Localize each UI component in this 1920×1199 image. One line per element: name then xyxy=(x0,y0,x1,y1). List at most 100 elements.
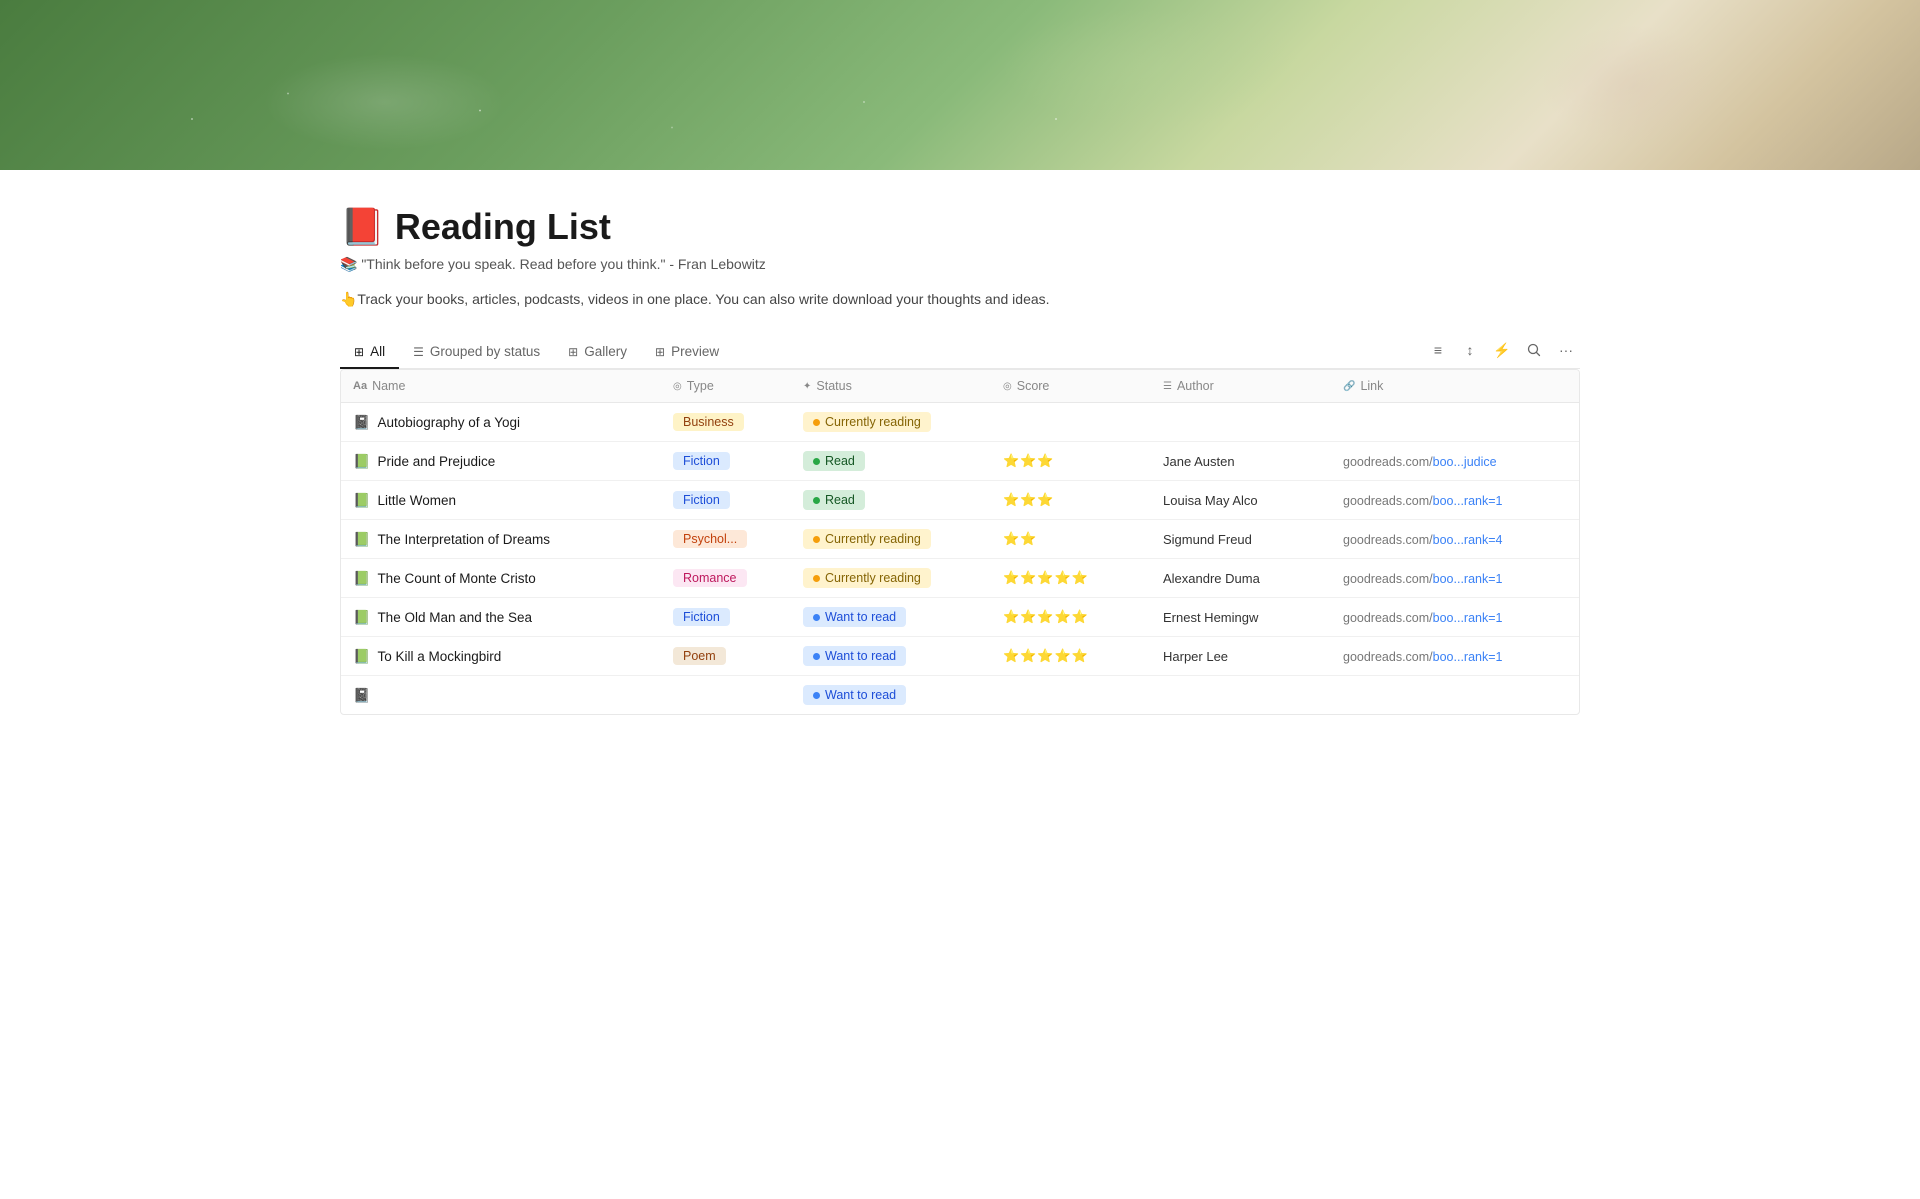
cell-author-0 xyxy=(1151,403,1331,442)
link-text: goodreads.com/boo...judice xyxy=(1343,455,1497,469)
cell-link-2[interactable]: goodreads.com/boo...rank=1 xyxy=(1331,481,1579,520)
status-dot xyxy=(813,536,820,543)
book-icon: 📓 xyxy=(353,414,370,431)
more-button[interactable]: ··· xyxy=(1552,336,1580,364)
table-row[interactable]: 📗To Kill a Mockingbird Poem Want to read ⭐⭐… xyxy=(341,637,1579,676)
subtitle: 📚 "Think before you speak. Read before y… xyxy=(340,256,1580,273)
page-title: 📕 Reading List xyxy=(340,206,1580,248)
tab-gallery[interactable]: ⊞ Gallery xyxy=(554,336,641,369)
grouped-icon: ☰ xyxy=(413,345,424,359)
type-badge: Poem xyxy=(673,647,726,665)
cell-link-4[interactable]: goodreads.com/boo...rank=1 xyxy=(1331,559,1579,598)
data-table: Aa Name ◎ Type ✦ Status xyxy=(340,369,1580,715)
score-stars: ⭐⭐⭐⭐⭐ xyxy=(1003,648,1089,663)
cell-status-7[interactable]: Want to read xyxy=(791,676,991,715)
type-badge: Business xyxy=(673,413,744,431)
search-button[interactable] xyxy=(1520,336,1548,364)
cell-name-6[interactable]: 📗To Kill a Mockingbird xyxy=(341,637,661,676)
status-dot xyxy=(813,653,820,660)
table-row[interactable]: 📗The Old Man and the SeaFiction Want to r… xyxy=(341,598,1579,637)
status-dot xyxy=(813,614,820,621)
cell-name-7[interactable]: 📓 xyxy=(341,676,661,715)
cell-status-4[interactable]: Currently reading xyxy=(791,559,991,598)
cell-author-4: Alexandre Duma xyxy=(1151,559,1331,598)
status-label: Want to read xyxy=(825,610,896,624)
col-header-status[interactable]: ✦ Status xyxy=(791,370,991,403)
link-text: goodreads.com/boo...rank=1 xyxy=(1343,494,1502,508)
cell-link-1[interactable]: goodreads.com/boo...judice xyxy=(1331,442,1579,481)
table-row[interactable]: 📗 The Interpretation of Dreams Psychol...C… xyxy=(341,520,1579,559)
table-row[interactable]: 📗Little WomenFictionRead⭐⭐⭐Louisa May Al… xyxy=(341,481,1579,520)
cell-name-3[interactable]: 📗 The Interpretation of Dreams xyxy=(341,520,661,559)
status-badge: Read xyxy=(803,451,865,471)
status-dot xyxy=(813,575,820,582)
status-label: Want to read xyxy=(825,688,896,702)
cell-type-6[interactable]: Poem xyxy=(661,637,791,676)
status-dot xyxy=(813,497,820,504)
toolbar-right: ≡ ↕ ⚡ ··· xyxy=(1424,336,1580,368)
automation-button[interactable]: ⚡ xyxy=(1488,336,1516,364)
gallery-icon: ⊞ xyxy=(568,345,578,359)
tab-preview[interactable]: ⊞ Preview xyxy=(641,336,733,369)
cell-link-0[interactable] xyxy=(1331,403,1579,442)
cell-score-0 xyxy=(991,403,1151,442)
preview-icon: ⊞ xyxy=(655,345,665,359)
cell-score-7 xyxy=(991,676,1151,715)
cell-type-4[interactable]: Romance xyxy=(661,559,791,598)
cell-name-4[interactable]: 📗The Count of Monte Cristo xyxy=(341,559,661,598)
status-badge: Want to read xyxy=(803,685,906,705)
tab-grouped[interactable]: ☰ Grouped by status xyxy=(399,336,554,369)
cell-name-2[interactable]: 📗Little Women xyxy=(341,481,661,520)
book-title: Autobiography of a Yogi xyxy=(377,415,520,430)
status-badge: Want to read xyxy=(803,607,906,627)
score-stars: ⭐⭐⭐⭐⭐ xyxy=(1003,609,1089,624)
page-icon: 📕 xyxy=(340,206,385,248)
table-row[interactable]: 📗Pride and PrejudiceFictionRead⭐⭐⭐Jane A… xyxy=(341,442,1579,481)
book-icon: 📗 xyxy=(353,453,370,470)
score-stars: ⭐⭐⭐⭐⭐ xyxy=(1003,570,1089,585)
description: 👆Track your books, articles, podcasts, v… xyxy=(340,291,1580,308)
status-badge: Read xyxy=(803,490,865,510)
status-label: Currently reading xyxy=(825,571,921,585)
table-row[interactable]: 📓 Want to read xyxy=(341,676,1579,715)
cell-link-3[interactable]: goodreads.com/boo...rank=4 xyxy=(1331,520,1579,559)
cell-link-5[interactable]: goodreads.com/boo...rank=1 xyxy=(1331,598,1579,637)
cell-link-7[interactable] xyxy=(1331,676,1579,715)
cell-status-0[interactable]: Currently reading xyxy=(791,403,991,442)
book-title: The Old Man and the Sea xyxy=(377,610,532,625)
filter-button[interactable]: ≡ xyxy=(1424,336,1452,364)
cell-name-1[interactable]: 📗Pride and Prejudice xyxy=(341,442,661,481)
col-header-name[interactable]: Aa Name xyxy=(341,370,661,403)
cell-status-6[interactable]: Want to read xyxy=(791,637,991,676)
cell-type-0[interactable]: Business xyxy=(661,403,791,442)
cell-type-1[interactable]: Fiction xyxy=(661,442,791,481)
cell-name-5[interactable]: 📗The Old Man and the Sea xyxy=(341,598,661,637)
table-header-row: Aa Name ◎ Type ✦ Status xyxy=(341,370,1579,403)
cell-status-3[interactable]: Currently reading xyxy=(791,520,991,559)
col-header-author[interactable]: ☰ Author xyxy=(1151,370,1331,403)
cell-name-0[interactable]: 📓 Autobiography of a Yogi xyxy=(341,403,661,442)
author-name: Harper Lee xyxy=(1163,649,1228,664)
cell-status-5[interactable]: Want to read xyxy=(791,598,991,637)
status-label: Read xyxy=(825,454,855,468)
table-row[interactable]: 📗The Count of Monte CristoRomance Current… xyxy=(341,559,1579,598)
sort-button[interactable]: ↕ xyxy=(1456,336,1484,364)
col-header-type[interactable]: ◎ Type xyxy=(661,370,791,403)
cell-status-2[interactable]: Read xyxy=(791,481,991,520)
col-header-score[interactable]: ◎ Score xyxy=(991,370,1151,403)
table-row[interactable]: 📓 Autobiography of a Yogi Business Currentl… xyxy=(341,403,1579,442)
cell-type-7[interactable] xyxy=(661,676,791,715)
col-header-link[interactable]: 🔗 Link xyxy=(1331,370,1579,403)
tab-all[interactable]: ⊞ All xyxy=(340,336,399,369)
cell-status-1[interactable]: Read xyxy=(791,442,991,481)
cell-type-3[interactable]: Psychol... xyxy=(661,520,791,559)
cell-author-1: Jane Austen xyxy=(1151,442,1331,481)
tabs-bar: ⊞ All ☰ Grouped by status ⊞ Gallery ⊞ Pr… xyxy=(340,336,1580,369)
cell-link-6[interactable]: goodreads.com/boo...rank=1 xyxy=(1331,637,1579,676)
cell-type-5[interactable]: Fiction xyxy=(661,598,791,637)
book-icon: 📗 xyxy=(353,531,370,548)
cell-type-2[interactable]: Fiction xyxy=(661,481,791,520)
status-badge: Want to read xyxy=(803,646,906,666)
status-dot xyxy=(813,692,820,699)
book-title: The Interpretation of Dreams xyxy=(377,532,550,547)
